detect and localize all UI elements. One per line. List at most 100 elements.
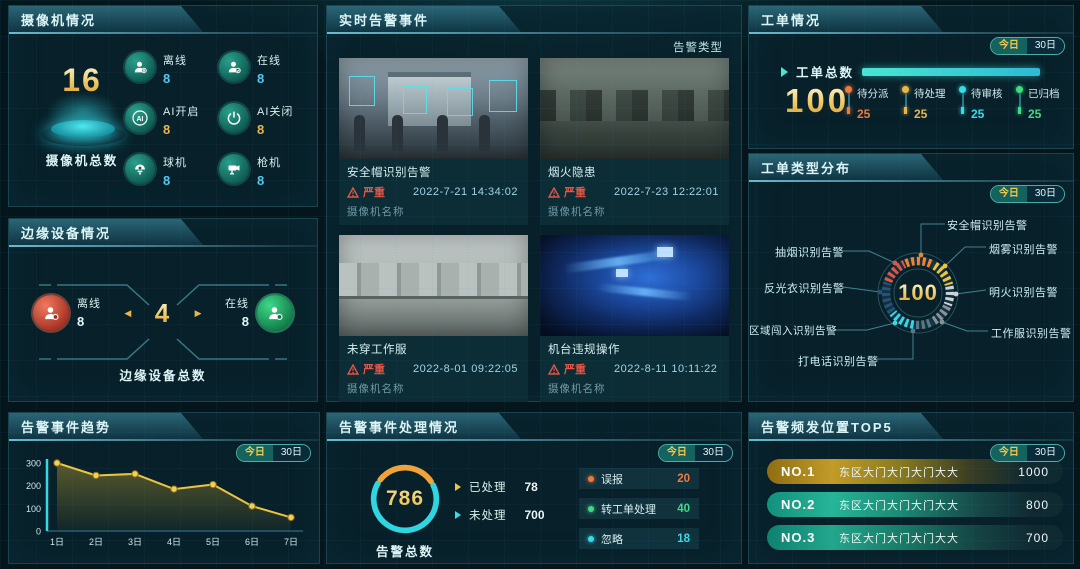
svg-text:4日: 4日	[167, 537, 181, 547]
svg-text:0: 0	[36, 527, 41, 537]
filter-today-button[interactable]: 今日	[237, 445, 273, 461]
legend-processed: 已处理78	[455, 479, 545, 495]
person-offline-icon	[33, 295, 69, 331]
panel-title: 工单情况	[761, 10, 821, 29]
detection-box	[403, 86, 427, 114]
severity-badge: 严重	[347, 361, 385, 377]
event-photo	[540, 235, 729, 336]
arrow-left-icon: ◀	[124, 308, 131, 319]
warning-icon	[347, 187, 359, 198]
camera-name: 摄像机名称	[548, 381, 721, 396]
svg-text:2日: 2日	[89, 537, 103, 547]
camera-name: 摄像机名称	[347, 381, 520, 396]
svg-text:3日: 3日	[128, 537, 142, 547]
person-online-icon	[257, 295, 293, 331]
type-label: 安全帽识别告警	[947, 217, 1028, 233]
stat-ai-off: AI关闭8	[219, 103, 313, 137]
type-label: 明火识别告警	[989, 284, 1058, 300]
detection-box	[447, 88, 473, 116]
time-filter: 今日 30日	[990, 444, 1065, 462]
type-label: 抽烟识别告警	[775, 244, 841, 260]
edge-total-value: 4	[155, 298, 171, 329]
stat-online: 在线8	[219, 52, 313, 86]
severity-badge: 严重	[548, 361, 586, 377]
alarm-top5-panel: 告警频发位置TOP5 今日 30日 NO.1东区大门大门大门大大1000 NO.…	[748, 412, 1074, 564]
arrow-right-icon: ▶	[195, 308, 202, 319]
camera-stats: 离线8 在线8 AI AI开启8 AI关闭8 球机8 枪机8	[125, 52, 313, 188]
triangle-icon	[455, 483, 461, 491]
svg-text:5日: 5日	[206, 537, 220, 547]
alarm-processing-panel: 告警事件处理情况 今日 30日 786 告警总数 已处理78 未处理700 误报…	[326, 412, 742, 564]
workorder-panel: 工单情况 今日 30日 工单总数 100 待分派25 待处理25 待审核25 已…	[748, 5, 1074, 149]
filter-30d-button[interactable]: 30日	[1027, 186, 1064, 202]
event-name: 烟火隐患	[548, 164, 721, 180]
panel-title: 边缘设备情况	[21, 223, 111, 242]
event-card[interactable]: 烟火隐患 严重 2022-7-23 12:22:01 摄像机名称	[540, 58, 729, 225]
workorder-total-value: 100	[785, 82, 849, 120]
event-card[interactable]: 未穿工作服 严重 2022-8-01 09:22:05 摄像机名称	[339, 235, 528, 402]
event-card[interactable]: 安全帽识别告警 严重 2022-7-21 14:34:02 摄像机名称	[339, 58, 528, 225]
dot-icon	[588, 506, 594, 512]
dot-icon	[588, 476, 594, 482]
power-off-icon	[219, 103, 249, 133]
legend-unprocessed: 未处理700	[455, 507, 545, 523]
filter-30d-button[interactable]: 30日	[1027, 38, 1064, 54]
pin-icon	[902, 86, 909, 93]
filter-today-button[interactable]: 今日	[991, 38, 1027, 54]
event-time: 2022-8-01 09:22:05	[413, 363, 518, 375]
workorder-total-label: 工单总数	[796, 62, 854, 81]
stat-to-process: 待处理25	[902, 86, 950, 121]
panel-title: 摄像机情况	[21, 10, 96, 29]
edge-total-label: 边缘设备总数	[9, 365, 317, 384]
event-photo	[339, 235, 528, 336]
breakdown-false-alarm[interactable]: 误报20	[579, 468, 699, 489]
event-name: 机台违规操作	[548, 341, 721, 357]
filter-30d-button[interactable]: 30日	[273, 445, 310, 461]
realtime-events-panel: 实时告警事件 告警类型 安全帽识别告警 严重 2022-7-21 14:34:0…	[326, 5, 742, 402]
panel-title: 实时告警事件	[339, 10, 429, 29]
trend-line-chart: 01002003001日2日3日4日5日6日7日	[11, 455, 313, 559]
type-label: 烟雾识别告警	[989, 241, 1058, 257]
breakdown-ignored[interactable]: 忽略18	[579, 528, 699, 549]
pin-icon	[1016, 86, 1023, 93]
filter-today-button[interactable]: 今日	[659, 445, 695, 461]
event-name: 未穿工作服	[347, 341, 520, 357]
severity-badge: 严重	[548, 184, 586, 200]
panel-title: 告警频发位置TOP5	[761, 417, 893, 436]
panel-title: 告警事件处理情况	[339, 417, 459, 436]
camera-name: 摄像机名称	[347, 204, 520, 219]
alarm-total-value: 786	[367, 461, 443, 537]
detection-box	[489, 80, 517, 112]
alarm-total-label: 告警总数	[357, 541, 453, 560]
svg-text:1日: 1日	[50, 537, 64, 547]
event-card[interactable]: 机台违规操作 严重 2022-8-11 10:11:22 摄像机名称	[540, 235, 729, 402]
triangle-icon	[455, 511, 461, 519]
triangle-icon	[781, 67, 788, 77]
event-time: 2022-7-23 12:22:01	[614, 186, 719, 198]
alarm-trend-panel: 告警事件趋势 今日 30日 01002003001日2日3日4日5日6日7日	[8, 412, 320, 564]
podium-glow-graphic	[39, 98, 127, 148]
dot-icon	[588, 536, 594, 542]
svg-text:6日: 6日	[245, 537, 259, 547]
filter-today-button[interactable]: 今日	[991, 186, 1027, 202]
event-time: 2022-8-11 10:11:22	[614, 363, 717, 375]
type-label: 打电话识别告警	[798, 353, 879, 369]
alarm-type-filter[interactable]: 告警类型	[673, 39, 723, 55]
person-online-icon	[219, 52, 249, 82]
warning-icon	[548, 364, 560, 375]
breakdown-to-workorder[interactable]: 转工单处理40	[579, 498, 699, 519]
dome-camera-icon	[125, 154, 155, 184]
svg-text:7日: 7日	[284, 537, 298, 547]
edge-offline-stat: 离线8	[33, 295, 101, 331]
panel-title: 工单类型分布	[761, 158, 851, 177]
type-label: 反光衣识别告警	[764, 280, 841, 296]
workorder-total-bar	[862, 68, 1040, 76]
event-name: 安全帽识别告警	[347, 164, 520, 180]
event-time: 2022-7-21 14:34:02	[413, 186, 518, 198]
filter-30d-button[interactable]: 30日	[695, 445, 732, 461]
filter-today-button[interactable]: 今日	[991, 445, 1027, 461]
filter-30d-button[interactable]: 30日	[1027, 445, 1064, 461]
warning-icon	[548, 187, 560, 198]
top5-row: NO.1东区大门大门大门大大1000	[767, 459, 1063, 484]
stat-to-dispatch: 待分派25	[845, 86, 893, 121]
